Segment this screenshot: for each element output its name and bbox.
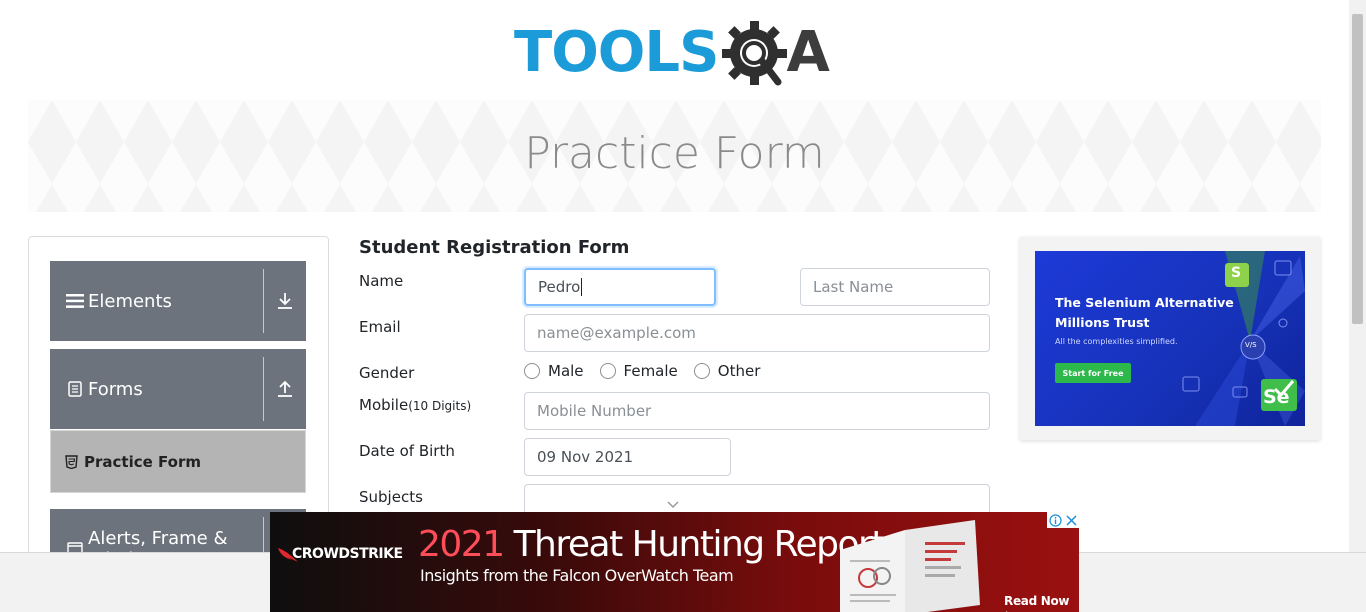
mobile-label-text: Mobile: [359, 396, 409, 414]
scrollbar-thumb[interactable]: [1352, 14, 1363, 324]
gender-radio-other[interactable]: Other: [693, 362, 761, 380]
hamburger-icon: [66, 293, 84, 309]
right-ad-banner[interactable]: S V/S Se The Selenium Alternative Millio…: [1035, 251, 1305, 426]
sidebar-group-elements[interactable]: Elements: [50, 261, 306, 341]
sidebar-item-practice-form[interactable]: Practice Form: [50, 430, 306, 493]
ad-badge-letter: S: [1231, 265, 1242, 281]
mobile-placeholder: Mobile Number: [537, 402, 652, 420]
gender-radio-male[interactable]: Male: [524, 362, 584, 380]
html5-icon: [65, 454, 78, 469]
page: TOOLS A Practice Form Elements Forms Pra…: [0, 0, 1366, 612]
vertical-scrollbar[interactable]: [1349, 0, 1366, 552]
logo-text: TOOLS: [514, 20, 719, 85]
sidebar-group-forms[interactable]: Forms: [50, 349, 306, 429]
logo-letter-a: A: [786, 20, 830, 85]
email-input[interactable]: name@example.com: [524, 314, 990, 352]
email-placeholder: name@example.com: [537, 324, 696, 342]
dob-value: 09 Nov 2021: [537, 448, 634, 466]
radio-label: Female: [623, 362, 678, 380]
radio-label: Male: [548, 362, 584, 380]
ad-brand: CROWDSTRIKE: [292, 546, 403, 562]
subjects-label: Subjects: [359, 488, 423, 506]
ad-subline: All the complexities simplified.: [1055, 337, 1178, 346]
name-label: Name: [359, 272, 404, 290]
ad-title: 2021 Threat Hunting Report: [418, 524, 886, 565]
ad-info-icon[interactable]: [1047, 512, 1063, 528]
first-name-input[interactable]: Pedro: [524, 268, 716, 306]
sidebar-group-label: Forms: [88, 378, 143, 400]
ad-read-now-link[interactable]: Read Now ↘: [1004, 594, 1079, 612]
ad-selenium-logo: Se: [1263, 386, 1290, 408]
radio-circle[interactable]: [599, 363, 616, 379]
gender-radio-group: Male Female Other: [524, 362, 776, 380]
mobile-label: Mobile(10 Digits): [359, 396, 471, 414]
ad-title-year: 2021: [418, 524, 505, 565]
radio-circle[interactable]: [524, 363, 540, 379]
ad-headline: The Selenium Alternative Millions Trust: [1055, 293, 1234, 333]
download-arrow-icon[interactable]: [264, 292, 306, 310]
chevron-down-icon[interactable]: [667, 495, 679, 513]
toolsqa-logo[interactable]: TOOLS A: [514, 16, 840, 90]
last-name-placeholder: Last Name: [813, 278, 894, 296]
gender-label: Gender: [359, 364, 415, 382]
dob-input[interactable]: 09 Nov 2021: [524, 438, 731, 476]
radio-circle[interactable]: [693, 363, 710, 379]
ad-cta-button[interactable]: Start for Free: [1055, 363, 1131, 383]
dob-label: Date of Birth: [359, 442, 455, 460]
sidebar-group-label: Elements: [88, 290, 172, 312]
text-caret: [581, 278, 583, 296]
ad-vs-text: V/S: [1245, 341, 1257, 349]
page-banner: Practice Form: [28, 100, 1321, 212]
gender-radio-female[interactable]: Female: [599, 362, 678, 380]
email-label: Email: [359, 318, 401, 336]
bottom-ad-banner[interactable]: CROWDSTRIKE 2021 Threat Hunting Report I…: [270, 512, 1079, 612]
upload-arrow-icon[interactable]: [264, 380, 306, 398]
report-book-graphic: [840, 520, 980, 612]
ad-close-icon[interactable]: [1063, 512, 1079, 528]
ad-headline-line: The Selenium Alternative: [1055, 295, 1234, 310]
ad-headline-line: Millions Trust: [1055, 315, 1150, 330]
logo-gear-magnifier-icon: [720, 16, 790, 90]
ad-title-text: Threat Hunting Report: [503, 524, 886, 565]
sidebar-item-label: Practice Form: [84, 452, 201, 471]
page-title: Practice Form: [524, 128, 825, 179]
radio-label: Other: [717, 362, 761, 380]
right-ad-frame: S V/S Se The Selenium Alternative Millio…: [1020, 237, 1320, 440]
last-name-input[interactable]: Last Name: [800, 268, 990, 306]
mobile-hint: (10 Digits): [408, 399, 472, 413]
ad-subtitle: Insights from the Falcon OverWatch Team: [420, 566, 734, 585]
document-icon: [66, 381, 84, 397]
ad-choices-controls: [1047, 512, 1079, 528]
first-name-value: Pedro: [538, 278, 581, 296]
form-title: Student Registration Form: [359, 237, 630, 258]
mobile-input[interactable]: Mobile Number: [524, 392, 990, 430]
